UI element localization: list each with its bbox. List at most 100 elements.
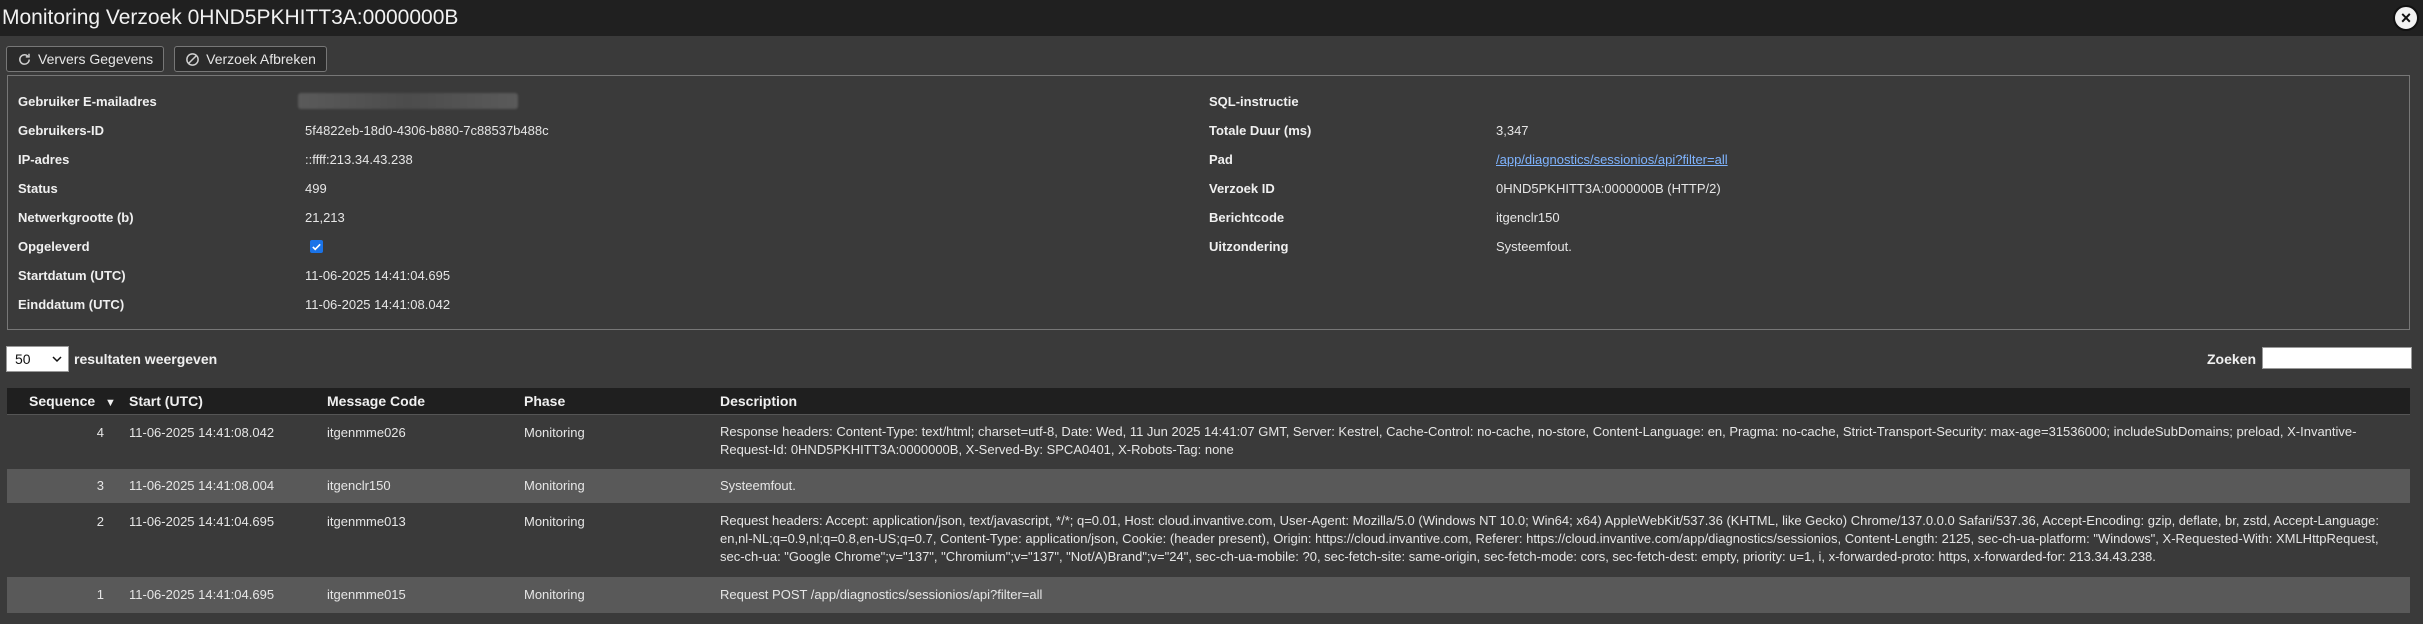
abort-request-button[interactable]: Verzoek Afbreken [174,46,327,72]
row-sequence: 2 [96,514,104,529]
sort-desc-icon: ▼ [105,397,116,409]
table-header: Sequence ▼ Start (UTC) Message Code Phas… [7,388,2410,415]
row-description: Request POST /app/diagnostics/sessionios… [720,587,1043,602]
table-row[interactable]: 4 11-06-2025 14:41:08.042 itgenmme026 Mo… [7,415,2410,469]
request-id-label: Verzoek ID [1209,180,1275,196]
exception-label: Uitzondering [1209,238,1289,254]
detail-end: Einddatum (UTC) [18,294,124,314]
detail-exception: Uitzondering [1209,236,1288,256]
detail-duration: Totale Duur (ms) [1209,120,1311,140]
user-id-label: Gebruikers-ID [18,122,104,138]
status-value: 499 [305,178,327,198]
cancel-icon [186,52,200,66]
detail-ip: IP-adres [18,149,69,169]
table-row[interactable]: 1 11-06-2025 14:41:04.695 itgenmme015 Mo… [7,577,2410,613]
request-id: 0HND5PKHITT3A:0000000B (HTTP/2) [1496,180,1721,196]
path-link[interactable]: /app/diagnostics/sessionios/api?filter=a… [1496,152,1728,167]
sql-label: SQL-instructie [1209,93,1299,109]
request-details-panel: Gebruiker E-mailadres Gebruikers-ID 5f48… [7,75,2410,330]
redacted-email [298,93,518,109]
user-id-value: 5f4822eb-18d0-4306-b880-7c88537b488c [305,120,549,140]
duration: 3,347 [1496,122,1529,138]
path-label: Pad [1209,151,1233,167]
page-length-label: resultaten weergeven [74,351,218,367]
row-sequence: 4 [96,425,104,440]
exception: Systeemfout. [1496,238,1572,254]
row-phase: Monitoring [524,587,585,602]
delivered-checkbox[interactable] [310,239,323,253]
message-code-value: itgenclr150 [1496,207,1560,227]
row-message-code: itgenmme013 [327,514,406,529]
detail-request-id: Verzoek ID [1209,178,1275,198]
ip-label: IP-adres [18,151,70,167]
check-icon [312,243,321,251]
row-phase: Monitoring [524,514,585,529]
row-sequence: 1 [96,587,104,602]
header-phase[interactable]: Phase [524,393,565,409]
exception-value: Systeemfout. [1496,236,1572,256]
user-id: 5f4822eb-18d0-4306-b880-7c88537b488c [305,122,549,138]
close-icon[interactable]: × [2393,5,2419,31]
toolbar: Ververs Gegevens Verzoek Afbreken [6,46,327,72]
chevron-down-icon [52,356,62,363]
events-table: Sequence ▼ Start (UTC) Message Code Phas… [7,388,2410,613]
request-id-value: 0HND5PKHITT3A:0000000B (HTTP/2) [1496,178,1721,198]
page-length-value: 50 [15,351,31,367]
header-description[interactable]: Description [720,393,797,409]
delivered-label: Opgeleverd [18,238,90,254]
end-date: 11-06-2025 14:41:08.042 [305,296,451,312]
row-message-code: itgenmme026 [327,425,406,440]
duration-value: 3,347 [1496,120,1529,140]
duration-label: Totale Duur (ms) [1209,122,1312,138]
refresh-button-label: Ververs Gegevens [38,51,154,67]
row-start: 11-06-2025 14:41:04.695 [129,514,275,529]
table-row[interactable]: 2 11-06-2025 14:41:04.695 itgenmme013 Mo… [7,503,2410,577]
message-code: itgenclr150 [1496,209,1560,225]
status-label: Status [18,180,58,196]
row-message-code: itgenclr150 [327,478,391,493]
row-description: Systeemfout. [720,478,796,493]
page-length-select[interactable]: 50 [6,346,69,372]
message-code-label: Berichtcode [1209,209,1285,225]
ip-value: ::ffff:213.34.43.238 [305,149,413,169]
delivered-value [310,236,323,256]
detail-netsize: Netwerkgrootte (b) [18,207,134,227]
detail-user-id: Gebruikers-ID [18,120,104,140]
window-title: Monitoring Verzoek 0HND5PKHITT3A:0000000… [2,6,459,29]
search-label: Zoeken [2207,351,2257,367]
row-description: Response headers: Content-Type: text/htm… [720,424,2357,457]
email-label: Gebruiker E-mailadres [18,93,157,109]
status-code: 499 [305,180,327,196]
email-value-redacted [298,91,518,111]
table-row[interactable]: 3 11-06-2025 14:41:08.004 itgenclr150 Mo… [7,469,2410,503]
row-sequence: 3 [96,478,104,493]
header-sequence-label: Sequence [29,393,96,409]
row-phase: Monitoring [524,425,585,440]
search-input[interactable] [2262,347,2412,369]
detail-sql: SQL-instructie [1209,91,1299,111]
header-sequence[interactable]: Sequence ▼ [29,393,116,409]
end-value: 11-06-2025 14:41:08.042 [305,294,450,314]
refresh-icon [19,53,30,65]
row-message-code: itgenmme015 [327,587,406,602]
start-date: 11-06-2025 14:41:04.695 [305,267,451,283]
header-start[interactable]: Start (UTC) [129,393,203,409]
detail-status: Status [18,178,58,198]
end-date-label: Einddatum (UTC) [18,296,125,312]
abort-button-label: Verzoek Afbreken [206,51,316,67]
refresh-button[interactable]: Ververs Gegevens [6,46,165,72]
detail-delivered: Opgeleverd [18,236,90,256]
netsize-value: 21,213 [305,207,345,227]
window-titlebar: Monitoring Verzoek 0HND5PKHITT3A:0000000… [0,0,2423,36]
detail-message-code: Berichtcode [1209,207,1284,227]
start-value: 11-06-2025 14:41:04.695 [305,265,450,285]
header-message-code[interactable]: Message Code [327,393,425,409]
row-start: 11-06-2025 14:41:08.004 [129,478,275,493]
detail-path: Pad [1209,149,1233,169]
row-start: 11-06-2025 14:41:08.042 [129,425,275,440]
detail-start: Startdatum (UTC) [18,265,126,285]
network-size: 21,213 [305,209,345,225]
netsize-label: Netwerkgrootte (b) [18,209,134,225]
row-description: Request headers: Accept: application/jso… [720,513,2379,564]
path-value: /app/diagnostics/sessionios/api?filter=a… [1496,149,1728,169]
